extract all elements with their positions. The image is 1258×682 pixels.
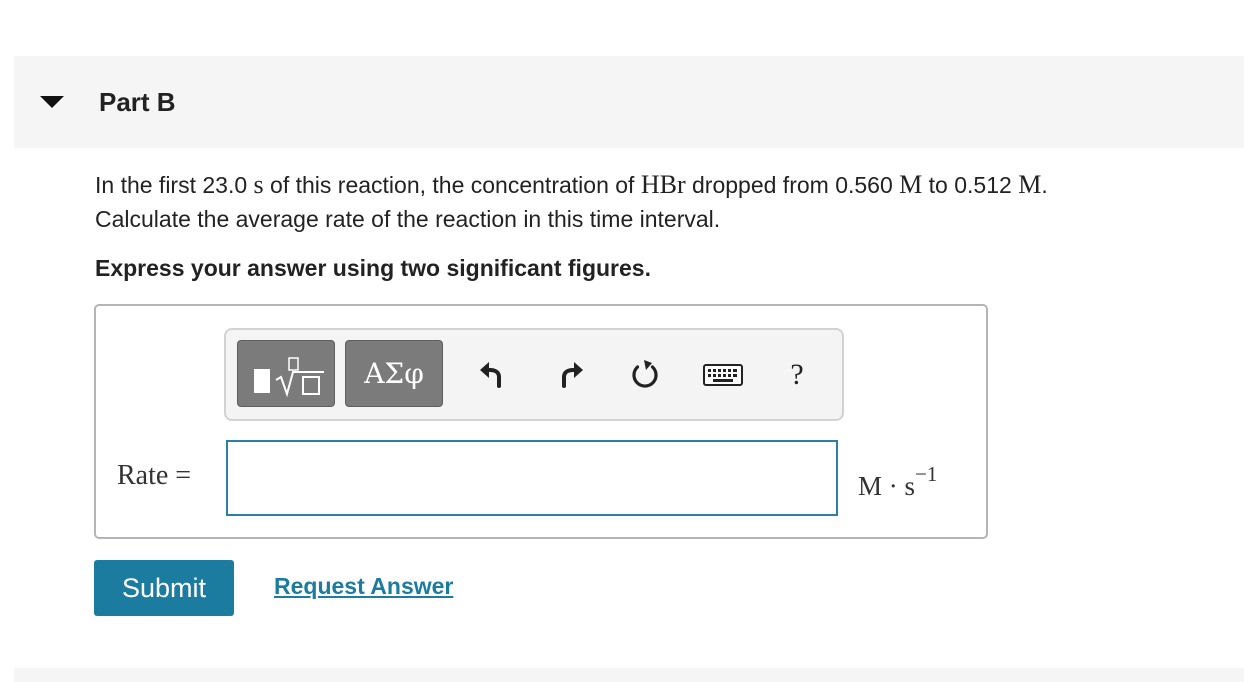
reset-icon xyxy=(632,360,658,388)
chemical-formula: HBr xyxy=(640,170,686,199)
part-header[interactable] xyxy=(14,56,1244,148)
instruction-text: Express your answer using two significan… xyxy=(95,255,651,281)
question-text: In the first 23.0 s of this reaction, th… xyxy=(95,168,1235,236)
reset-button[interactable] xyxy=(626,352,664,398)
undo-button[interactable] xyxy=(474,352,512,398)
next-part-strip xyxy=(14,668,1244,682)
redo-button[interactable] xyxy=(551,352,589,398)
undo-icon xyxy=(480,362,501,388)
collapse-caret-icon[interactable] xyxy=(40,96,64,108)
submit-button[interactable]: Submit xyxy=(94,560,234,616)
help-button[interactable]: ? xyxy=(782,352,812,398)
redo-icon xyxy=(562,362,583,388)
rate-label: Rate = xyxy=(117,460,192,491)
rate-answer-input[interactable] xyxy=(226,440,838,516)
unit-seconds: s xyxy=(253,170,264,199)
fraction-root-template-icon xyxy=(254,356,324,397)
templates-button[interactable] xyxy=(237,340,335,407)
keyboard-icon xyxy=(703,364,743,386)
unit-molar: M xyxy=(1018,170,1042,199)
question-line-1: In the first 23.0 s of this reaction, th… xyxy=(95,170,1048,199)
keyboard-button[interactable] xyxy=(702,352,744,398)
request-answer-link[interactable]: Request Answer xyxy=(274,571,453,601)
part-title: Part B xyxy=(99,87,176,117)
unit-molar: M xyxy=(899,170,923,199)
question-line-2: Calculate the average rate of the reacti… xyxy=(95,206,721,232)
greek-symbols-label: ΑΣφ xyxy=(364,357,424,390)
units-label: M · s−1 xyxy=(858,462,938,501)
greek-symbols-button[interactable]: ΑΣφ xyxy=(345,340,443,407)
